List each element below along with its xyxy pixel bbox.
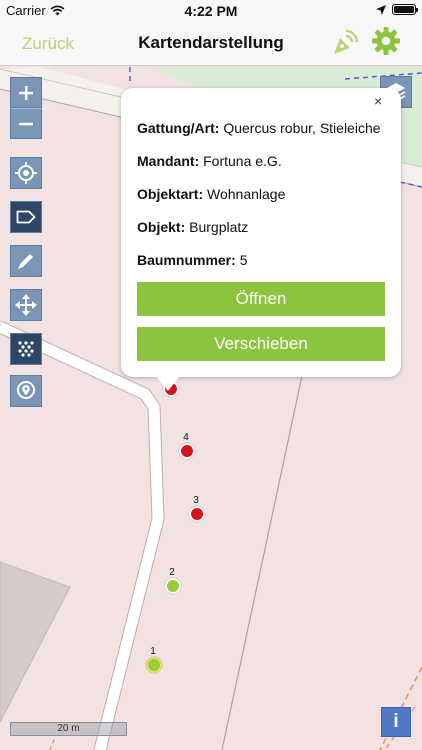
nav-bar: Zurück Kartendarstellung [0,22,422,66]
tree-marker-label: 1 [150,646,156,657]
tree-marker-label: 2 [169,567,175,578]
status-right-group [376,4,418,15]
cluster-button[interactable] [10,333,42,365]
status-bar: Carrier 4:22 PM [0,0,422,22]
field-species: Gattung/Art: Quercus robur, Stieleiche [137,120,381,136]
field-client-key: Mandant: [137,153,200,169]
gear-icon[interactable] [371,26,401,56]
minus-icon [19,122,33,125]
field-client: Mandant: Fortuna e.G. [137,153,282,169]
move-arrows-icon [15,294,37,316]
map-view[interactable]: 4 3 2 1 × Gattung/Art: Quercus robur, St… [0,67,422,750]
edit-button[interactable] [10,245,42,277]
dots-grid-icon [18,341,34,357]
crosshair-icon [15,162,37,184]
field-tree-number-key: Baumnummer: [137,252,236,268]
label-toggle-button[interactable] [10,201,42,233]
move-button[interactable] [10,289,42,321]
field-species-key: Gattung/Art: [137,120,220,136]
tree-info-popup: × Gattung/Art: Quercus robur, Stieleiche… [121,88,401,391]
plus-icon [19,85,33,100]
tree-marker-2[interactable] [165,578,181,594]
field-object-type: Objektart: Wohnanlage [137,186,285,202]
tree-marker-label: 3 [193,495,199,506]
field-object: Objekt: Burgplatz [137,219,248,235]
battery-icon [392,4,418,15]
field-species-value: Quercus robur, Stieleiche [223,120,381,136]
status-time: 4:22 PM [184,3,238,19]
info-button[interactable]: i [381,707,411,737]
field-client-value: Fortuna e.G. [203,153,282,169]
locate-button[interactable] [10,157,42,189]
zoom-in-button[interactable] [10,77,42,108]
open-button[interactable]: Öffnen [137,282,385,316]
close-icon[interactable]: × [374,94,382,108]
field-object-key: Objekt: [137,219,186,235]
tree-marker-3[interactable] [189,506,205,522]
field-object-type-value: Wohnanlage [207,186,286,202]
move-object-button[interactable]: Verschieben [137,327,385,361]
satellite-signal-icon[interactable] [331,27,359,57]
scale-bar: 20 m [10,722,127,736]
back-button[interactable]: Zurück [22,34,74,54]
pin-button[interactable] [10,375,42,407]
field-tree-number-value: 5 [239,252,248,268]
field-tree-number: Baumnummer: 5 [137,252,247,268]
location-pin-icon [17,381,35,399]
zoom-out-button[interactable] [10,108,42,139]
tree-marker-4[interactable] [179,443,195,459]
tree-marker-1[interactable] [146,657,162,673]
tree-marker-label: 4 [183,432,189,443]
pencil-icon [18,254,33,269]
tag-icon [16,210,36,224]
field-object-type-key: Objektart: [137,186,204,202]
location-arrow-icon [376,4,386,15]
field-object-value: Burgplatz [189,219,249,235]
